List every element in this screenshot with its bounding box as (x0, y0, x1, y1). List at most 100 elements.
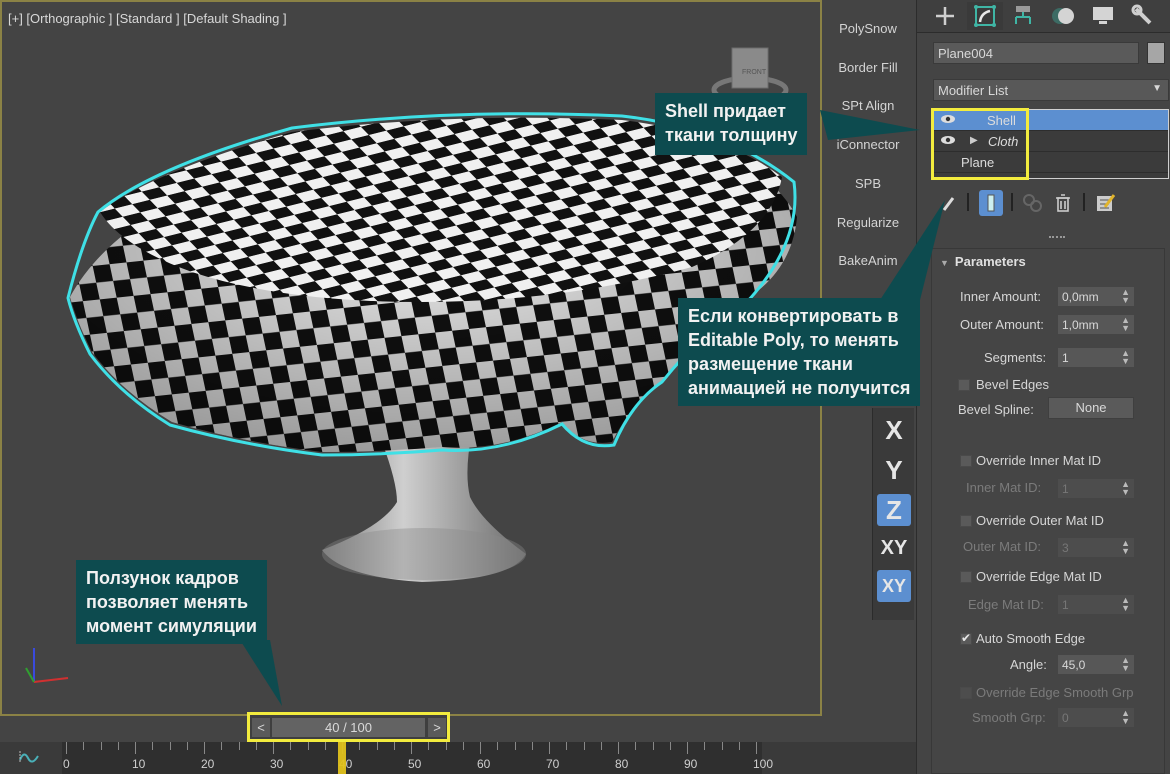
angle-spinner[interactable]: 45,0 ▲ ▼ (1058, 655, 1134, 674)
timeline-tick (756, 742, 757, 754)
callout-line: размещение ткани (688, 354, 853, 374)
script-button-spb[interactable]: SPB (825, 176, 911, 191)
motion-icon[interactable] (1045, 2, 1081, 30)
script-button-regularize[interactable]: Regularize (825, 215, 911, 230)
utilities-icon[interactable] (1125, 2, 1161, 30)
inner-amount-value: 0,0mm (1062, 290, 1099, 304)
axis-xy-plane-button[interactable]: XY (877, 570, 911, 602)
curve-editor-icon[interactable] (18, 748, 40, 766)
display-icon[interactable] (1085, 2, 1121, 30)
smooth-grp-spinner[interactable]: 0 ▲ ▼ (1058, 708, 1134, 727)
remove-modifier-icon[interactable] (1051, 190, 1075, 216)
axis-y-button[interactable]: Y (877, 454, 911, 486)
override-edge-mat-id-label: Override Edge Mat ID (976, 569, 1102, 584)
edge-mat-id-spinner[interactable]: 1 ▲ ▼ (1058, 595, 1134, 614)
eye-icon[interactable] (940, 135, 956, 145)
callout-shell: Shell придает ткани толщину (655, 93, 808, 155)
angle-label: Angle: (1010, 657, 1047, 672)
script-button-spt-align[interactable]: SPt Align (825, 98, 911, 113)
stack-item-cloth[interactable]: ▶ Cloth (934, 131, 1168, 152)
callout-line: анимацией не получится (688, 378, 911, 398)
edge-mat-id-value: 1 (1062, 598, 1069, 612)
smooth-grp-label: Smooth Grp: (972, 710, 1046, 725)
modify-icon[interactable] (967, 2, 1003, 30)
timeline-tick (600, 742, 602, 750)
command-panel-tabs (917, 0, 1170, 33)
timeline-tick (117, 742, 119, 750)
timeline-tick-label: 0 (63, 757, 70, 771)
object-color-swatch[interactable] (1147, 42, 1165, 64)
time-slider-thumb[interactable]: 40 / 100 (272, 718, 425, 737)
segments-spinner[interactable]: 1 ▲ ▼ (1058, 348, 1134, 367)
axis-x-button[interactable]: X (877, 414, 911, 446)
timeline-ruler[interactable]: 0102030405060708090100 (62, 742, 773, 774)
svg-text:FRONT: FRONT (742, 69, 767, 76)
axis-xy-button[interactable]: XY (877, 532, 911, 564)
script-button-iconnector[interactable]: iConnector (825, 137, 911, 152)
current-frame-marker[interactable] (338, 742, 346, 774)
smooth-grp-value: 0 (1062, 711, 1069, 725)
panel-drag-grip[interactable] (1049, 236, 1065, 241)
outer-mat-id-value: 3 (1062, 541, 1069, 555)
configure-modifier-sets-icon[interactable] (1093, 190, 1117, 216)
inner-amount-spinner[interactable]: 0,0mm ▲ ▼ (1058, 287, 1134, 306)
timeline-tick-label: 60 (477, 757, 491, 771)
timeline-tick (238, 742, 240, 750)
make-unique-icon[interactable] (1021, 190, 1045, 216)
eye-icon[interactable] (940, 114, 956, 124)
expand-triangle-icon[interactable]: ▶ (970, 135, 978, 146)
parameters-title: Parameters (954, 254, 1026, 269)
timeline-tick (549, 742, 550, 754)
inner-amount-label: Inner Amount: (960, 289, 1041, 304)
object-name-field[interactable]: Plane004 (933, 42, 1139, 64)
timeline-tick (721, 742, 723, 750)
auto-smooth-edge-label: Auto Smooth Edge (976, 631, 1086, 646)
inner-mat-id-spinner[interactable]: 1 ▲ ▼ (1058, 479, 1134, 498)
viewport-label[interactable]: [+] [Orthographic ] [Standard ] [Default… (8, 11, 287, 26)
script-button-bakeanim[interactable]: BakeAnim (825, 253, 911, 268)
auto-smooth-edge-checkbox[interactable] (960, 631, 972, 645)
timeline-tick-label: 70 (546, 757, 560, 771)
bevel-edges-checkbox[interactable] (958, 379, 970, 391)
timeline-track[interactable]: 0102030405060708090100 (0, 742, 916, 774)
axis-z-button[interactable]: Z (877, 494, 911, 526)
create-icon[interactable] (927, 2, 963, 30)
parameters-rollout-header[interactable]: ▼ Parameters (940, 254, 1026, 269)
override-inner-mat-id-checkbox[interactable] (960, 455, 972, 467)
bevel-spline-button[interactable]: None (1048, 397, 1134, 419)
bevel-edges-label: Bevel Edges (976, 377, 1049, 392)
modifier-stack[interactable]: Shell ▶ Cloth Plane (933, 109, 1169, 179)
callout-line: Ползунок кадров (86, 568, 239, 588)
stack-item-plane[interactable]: Plane (934, 152, 1168, 173)
timeline-tick (66, 742, 67, 754)
timeline-tick-label: 50 (408, 757, 422, 771)
outer-amount-spinner[interactable]: 1,0mm ▲ ▼ (1058, 315, 1134, 334)
outer-mat-id-spinner[interactable]: 3 ▲ ▼ (1058, 538, 1134, 557)
stack-item-shell[interactable]: Shell (934, 110, 1168, 131)
modifier-list-dropdown[interactable]: Modifier List ▼ (933, 79, 1169, 101)
hierarchy-icon[interactable] (1005, 2, 1041, 30)
script-button-polysnow[interactable]: PolySnow (825, 21, 911, 36)
time-slider[interactable]: < 40 / 100 > (247, 712, 450, 742)
override-edge-smooth-grp-checkbox[interactable] (960, 687, 972, 699)
pin-stack-icon[interactable] (937, 190, 961, 216)
chevron-down-icon: ▼ (1152, 83, 1162, 94)
collapse-arrow-icon: ▼ (940, 258, 949, 268)
script-button-border-fill[interactable]: Border Fill (825, 60, 911, 75)
timeline-tick (376, 742, 378, 750)
outer-mat-id-label: Outer Mat ID: (963, 539, 1042, 554)
override-edge-smooth-grp-label: Override Edge Smooth Grp (976, 685, 1134, 700)
override-outer-mat-id-checkbox[interactable] (960, 515, 972, 527)
stack-item-label: Shell (987, 113, 1016, 128)
angle-value: 45,0 (1062, 658, 1086, 672)
show-end-result-icon[interactable] (979, 190, 1003, 216)
timeline-tick (652, 742, 654, 750)
timeline-tick (566, 742, 568, 750)
timeline-tick-label: 30 (270, 757, 284, 771)
override-edge-mat-id-checkbox[interactable] (960, 571, 972, 583)
next-frame-button[interactable]: > (428, 718, 446, 737)
previous-frame-button[interactable]: < (252, 718, 270, 737)
timeline-tick (445, 742, 447, 750)
timeline-tick (687, 742, 688, 754)
timeline-tick (480, 742, 481, 754)
